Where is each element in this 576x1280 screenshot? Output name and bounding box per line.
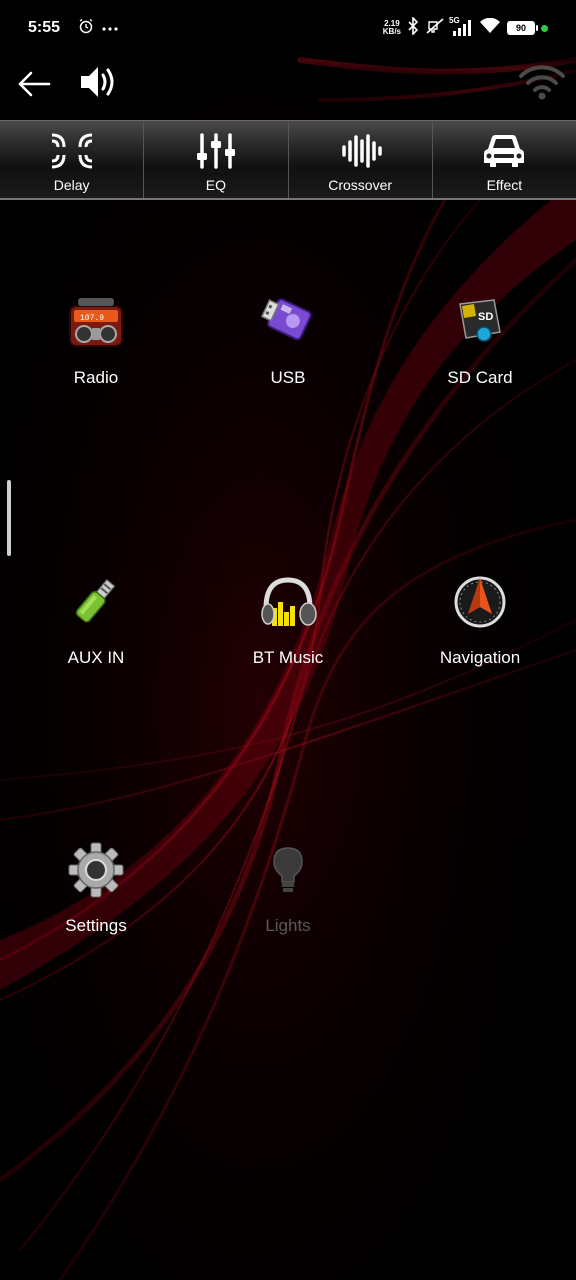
app-aux-in-label: AUX IN: [67, 648, 125, 667]
status-right: 2.19 KB/s 5G 90: [383, 15, 548, 40]
volume-button[interactable]: [76, 60, 120, 104]
network-type: 5G: [449, 16, 460, 25]
bluetooth-icon: [407, 15, 419, 40]
compass-icon: [448, 570, 512, 634]
network-speed: 2.19 KB/s: [383, 20, 401, 36]
back-arrow-icon: [18, 71, 51, 97]
tab-crossover[interactable]: Crossover: [289, 121, 433, 198]
tab-delay[interactable]: Delay: [0, 121, 145, 198]
tab-effect[interactable]: Effect: [433, 121, 576, 198]
aux-jack-icon: [64, 570, 128, 634]
mute-icon: [425, 17, 445, 40]
more-dots-icon: [102, 19, 118, 37]
headphones-icon: [256, 570, 320, 634]
privacy-dot: [541, 24, 548, 32]
wifi-icon: [519, 65, 565, 100]
app-radio[interactable]: 107.9 Radio: [0, 290, 192, 388]
app-usb-label: USB: [270, 368, 306, 387]
page-indicator: [7, 480, 11, 556]
alarm-icon: [78, 18, 94, 39]
app-lights-label: Lights: [265, 916, 311, 935]
tab-delay-label: Delay: [53, 177, 90, 193]
app-aux-in[interactable]: AUX IN: [0, 570, 192, 668]
crossover-icon: [342, 134, 382, 168]
app-settings[interactable]: Settings: [0, 838, 192, 936]
lightbulb-icon: [256, 838, 320, 902]
equalizer-icon: [196, 133, 235, 169]
tab-eq[interactable]: EQ: [144, 121, 289, 198]
network-speed-unit: KB/s: [382, 27, 401, 36]
status-left: 5:55: [28, 18, 118, 39]
app-navigation-label: Navigation: [439, 648, 521, 667]
sd-card-icon: SD: [448, 290, 512, 354]
app-bt-music-label: BT Music: [252, 648, 324, 667]
app-navigation[interactable]: Navigation: [384, 570, 576, 668]
svg-text:SD: SD: [478, 311, 493, 323]
gear-icon: [64, 838, 128, 902]
app-settings-label: Settings: [65, 916, 127, 935]
battery-icon: 90: [507, 21, 538, 35]
app-usb[interactable]: USB: [192, 290, 384, 388]
radio-icon: 107.9: [64, 290, 128, 354]
signal-icon: 5G: [449, 16, 473, 36]
delay-icon: [51, 133, 92, 169]
audio-toolbar: Delay EQ Crossover Effect: [0, 120, 576, 200]
app-sd-card-label: SD Card: [447, 368, 513, 387]
wifi-status-icon: [479, 17, 501, 39]
app-radio-label: Radio: [73, 368, 119, 387]
app-sd-card[interactable]: SD SD Card: [384, 290, 576, 388]
tab-effect-label: Effect: [486, 177, 523, 193]
speaker-icon: [81, 67, 114, 97]
app-bt-music[interactable]: BT Music: [192, 570, 384, 668]
top-bar: [0, 56, 576, 120]
app-lights[interactable]: Lights: [192, 838, 384, 936]
car-icon: [484, 135, 525, 167]
svg-text:107.9: 107.9: [80, 314, 104, 323]
battery-level: 90: [515, 23, 526, 33]
status-bar: 5:55 2.19 KB/s 5G 90: [0, 0, 576, 56]
back-button[interactable]: [14, 64, 54, 104]
wifi-button[interactable]: [516, 60, 568, 104]
status-time: 5:55: [28, 19, 61, 36]
tab-eq-label: EQ: [205, 177, 226, 193]
tab-crossover-label: Crossover: [328, 177, 393, 193]
usb-icon: [256, 290, 320, 354]
